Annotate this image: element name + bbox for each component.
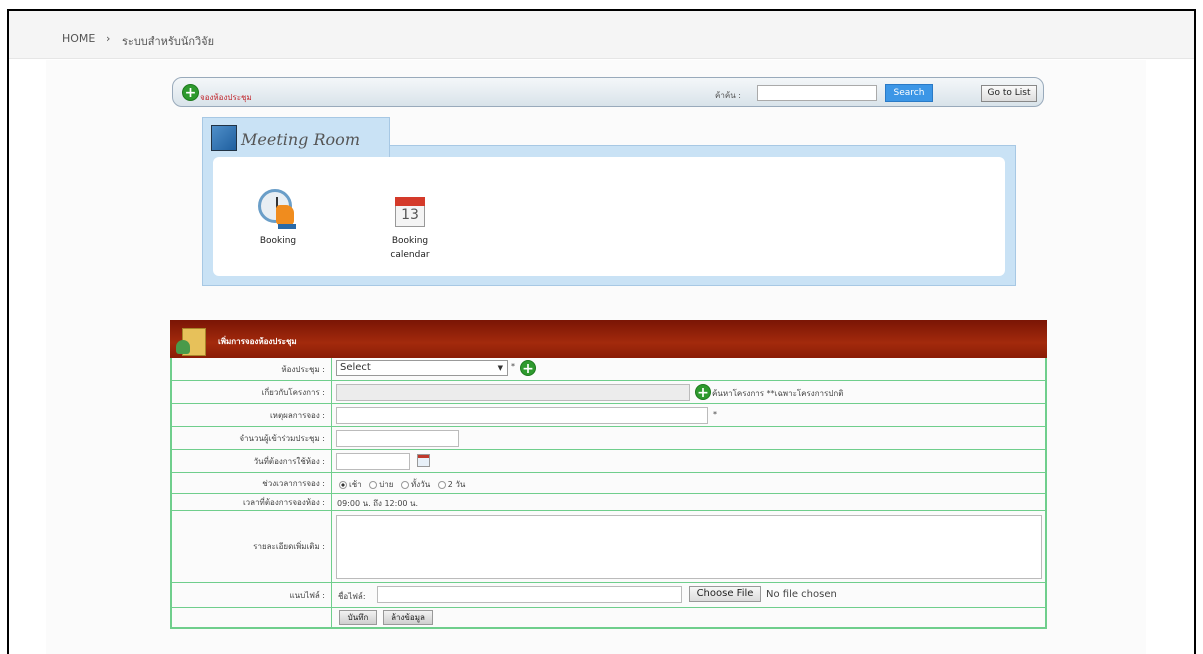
choose-file-button[interactable]: Choose File bbox=[689, 586, 761, 602]
attachment-label: แนบไฟล์ : bbox=[172, 583, 332, 607]
row-attendees: จำนวนผู้เข้าร่วมประชุม : bbox=[172, 426, 1045, 449]
row-reason: เหตุผลการจอง : * bbox=[172, 403, 1045, 426]
attendees-label: จำนวนผู้เข้าร่วมประชุม : bbox=[172, 427, 332, 449]
breadcrumb-home[interactable]: HOME bbox=[62, 32, 95, 45]
meeting-room-title: Meeting Room bbox=[241, 130, 360, 149]
breadcrumb: HOME › ระบบสำหรับนักวิจัย bbox=[9, 11, 1194, 59]
folder-people-icon bbox=[176, 328, 206, 356]
booking-tile[interactable]: Booking bbox=[250, 189, 306, 246]
calendar-picker-icon[interactable] bbox=[417, 454, 430, 467]
room-select[interactable]: Select ▼ bbox=[336, 360, 508, 376]
row-date: วันที่ต้องการใช้ห้อง : bbox=[172, 449, 1045, 472]
search-input[interactable] bbox=[757, 85, 877, 101]
booking-form: ห้องประชุม : Select ▼ * + เกี่ยวกับโครงก… bbox=[170, 358, 1047, 629]
row-time: เวลาที่ต้องการจองห้อง : 09:00 น. ถึง 12:… bbox=[172, 493, 1045, 510]
search-label: ค้าค้น : bbox=[715, 91, 741, 100]
breadcrumb-separator-icon: › bbox=[106, 32, 111, 45]
toolbar: + จองห้องประชุม ค้าค้น : Search Go to Li… bbox=[172, 77, 1044, 107]
meeting-room-tab: Meeting Room bbox=[202, 117, 390, 157]
breadcrumb-current: ระบบสำหรับนักวิจัย bbox=[122, 35, 215, 48]
no-file-text: No file chosen bbox=[766, 589, 837, 600]
form-header: เพิ่มการจองห้องประชุม bbox=[170, 320, 1047, 358]
reason-label: เหตุผลการจอง : bbox=[172, 404, 332, 426]
reason-input[interactable] bbox=[336, 407, 708, 424]
room-required-mark: * bbox=[511, 362, 515, 371]
file-name-label: ชื่อไฟล์: bbox=[338, 592, 366, 601]
search-project-icon[interactable]: + bbox=[695, 384, 711, 401]
save-button[interactable]: บันทึก bbox=[339, 610, 377, 625]
project-label: เกี่ยวกับโครงการ : bbox=[172, 381, 332, 403]
meeting-room-inner: Booking 13 Booking calendar bbox=[213, 157, 1005, 276]
period-option-morning: เช้า bbox=[349, 480, 362, 489]
attendees-input[interactable] bbox=[336, 430, 459, 447]
period-radio-twodays[interactable] bbox=[437, 480, 446, 489]
row-attachment: แนบไฟล์ : ชื่อไฟล์: Choose File No file … bbox=[172, 582, 1045, 607]
add-room-icon[interactable]: + bbox=[520, 360, 536, 377]
reason-required-mark: * bbox=[713, 410, 717, 419]
add-booking-link[interactable]: จองห้องประชุม bbox=[200, 91, 252, 104]
chevron-down-icon: ▼ bbox=[497, 364, 503, 372]
search-project-link[interactable]: ค้นหาโครงการ **เฉพาะโครงการปกติ bbox=[712, 387, 843, 400]
meeting-room-panel: Booking 13 Booking calendar bbox=[202, 145, 1016, 286]
details-label: รายละเอียดเพิ่มเติม : bbox=[172, 511, 332, 582]
period-option-afternoon: บ่าย bbox=[379, 480, 394, 489]
room-select-value: Select bbox=[340, 362, 371, 373]
booking-calendar-label-1: Booking bbox=[391, 236, 429, 246]
search-button[interactable]: Search bbox=[885, 84, 933, 102]
row-details: รายละเอียดเพิ่มเติม : bbox=[172, 510, 1045, 582]
booking-calendar-tile[interactable]: 13 Booking calendar bbox=[380, 189, 440, 262]
file-name-input[interactable] bbox=[377, 586, 682, 603]
booking-calendar-label-2: calendar bbox=[390, 250, 430, 260]
go-to-list-button[interactable]: Go to List bbox=[981, 85, 1037, 102]
project-input bbox=[336, 384, 690, 401]
row-project: เกี่ยวกับโครงการ : + ค้นหาโครงการ **เฉพา… bbox=[172, 380, 1045, 403]
form-title: เพิ่มการจองห้องประชุม bbox=[218, 337, 297, 346]
row-actions: บันทึก ล้างข้อมูล bbox=[172, 607, 1045, 627]
period-option-allday: ทั้งวัน bbox=[411, 480, 431, 489]
row-room: ห้องประชุม : Select ▼ * + bbox=[172, 358, 1045, 380]
booking-label: Booking bbox=[259, 236, 297, 246]
date-input[interactable] bbox=[336, 453, 410, 470]
date-label: วันที่ต้องการใช้ห้อง : bbox=[172, 450, 332, 472]
clear-button[interactable]: ล้างข้อมูล bbox=[383, 610, 433, 625]
time-value: 09:00 น. ถึง 12:00 น. bbox=[337, 499, 419, 508]
clock-hand-icon bbox=[258, 189, 298, 229]
period-radio-allday[interactable] bbox=[401, 480, 410, 489]
calendar-day: 13 bbox=[401, 207, 419, 223]
room-label: ห้องประชุม : bbox=[172, 358, 332, 380]
calendar-icon: 13 bbox=[395, 189, 425, 229]
meeting-room-logo-icon bbox=[211, 125, 237, 151]
period-option-twodays: 2 วัน bbox=[447, 480, 466, 489]
details-textarea[interactable] bbox=[336, 515, 1042, 579]
plus-circle-icon[interactable]: + bbox=[182, 84, 199, 101]
row-period: ช่วงเวลาการจอง : เช้า บ่าย ทั้งวัน 2 วัน bbox=[172, 472, 1045, 493]
period-label: ช่วงเวลาการจอง : bbox=[172, 473, 332, 493]
period-radio-morning[interactable] bbox=[339, 480, 347, 489]
time-label: เวลาที่ต้องการจองห้อง : bbox=[172, 494, 332, 510]
period-radio-afternoon[interactable] bbox=[369, 480, 378, 489]
